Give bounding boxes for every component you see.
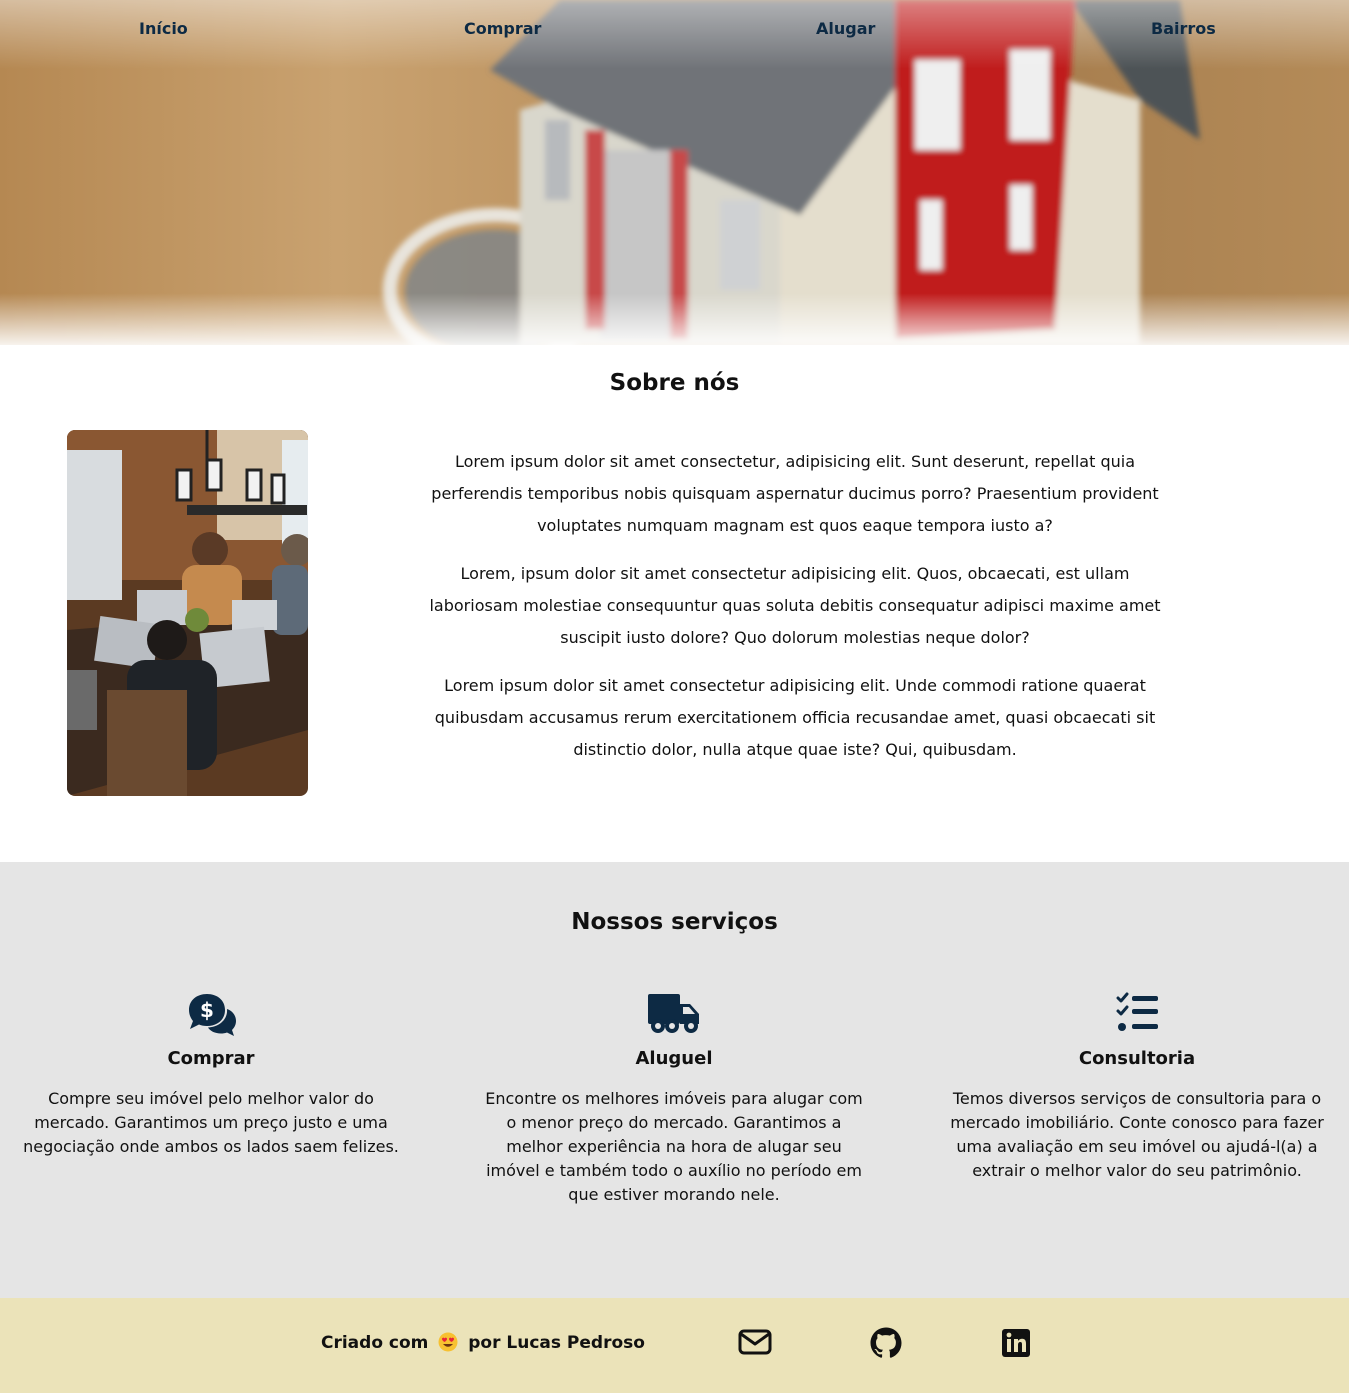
svg-text:$: $ [200,998,214,1022]
heart-eyes-emoji-icon [438,1332,458,1352]
linkedin-icon[interactable] [999,1326,1033,1360]
services-title: Nossos serviços [571,909,778,935]
about-title: Sobre nós [609,370,740,396]
checklist-icon [1116,992,1158,1031]
money-chat-icon: $ [189,994,236,1036]
service-card-comprar: $ Comprar Compre seu imóvel pelo melhor … [21,992,401,1159]
service-card-consultoria: Consultoria Temos diversos serviços de c… [947,992,1327,1183]
footer-credit: Criado com por Lucas Pedroso [321,1332,645,1353]
nav-link-inicio[interactable]: Início [139,19,188,38]
services-section: Nossos serviços $ Comprar Compre seu imó… [0,862,1349,1298]
truck-icon [648,994,699,1033]
nav-link-bairros[interactable]: Bairros [1151,19,1216,38]
about-paragraph: Lorem ipsum dolor sit amet consectetur a… [434,676,1156,759]
service-text: Encontre os melhores imóveis para alugar… [485,1089,863,1204]
about-paragraph: Lorem, ipsum dolor sit amet consectetur … [429,564,1161,647]
main-nav: Início Comprar Alugar Bairros [0,0,1349,60]
service-text: Compre seu imóvel pelo melhor valor do m… [23,1089,399,1156]
service-title: Aluguel [635,1048,713,1069]
service-title: Comprar [167,1048,255,1069]
nav-link-alugar[interactable]: Alugar [816,19,875,38]
about-text: Lorem ipsum dolor sit amet consectetur, … [425,446,1165,782]
service-card-aluguel: Aluguel Encontre os melhores imóveis par… [484,992,864,1207]
nav-link-comprar[interactable]: Comprar [464,19,541,38]
about-paragraph: Lorem ipsum dolor sit amet consectetur, … [431,452,1159,535]
service-text: Temos diversos serviços de consultoria p… [950,1089,1324,1180]
service-title: Consultoria [1078,1048,1196,1069]
team-photo [67,430,308,796]
credit-prefix: Criado com [321,1333,429,1353]
footer: Criado com por Lucas Pedroso [0,1298,1349,1393]
hero-banner: Início Comprar Alugar Bairros [0,0,1349,345]
github-icon[interactable] [869,1326,903,1360]
envelope-icon[interactable] [738,1326,772,1360]
credit-suffix: por Lucas Pedroso [468,1333,645,1353]
